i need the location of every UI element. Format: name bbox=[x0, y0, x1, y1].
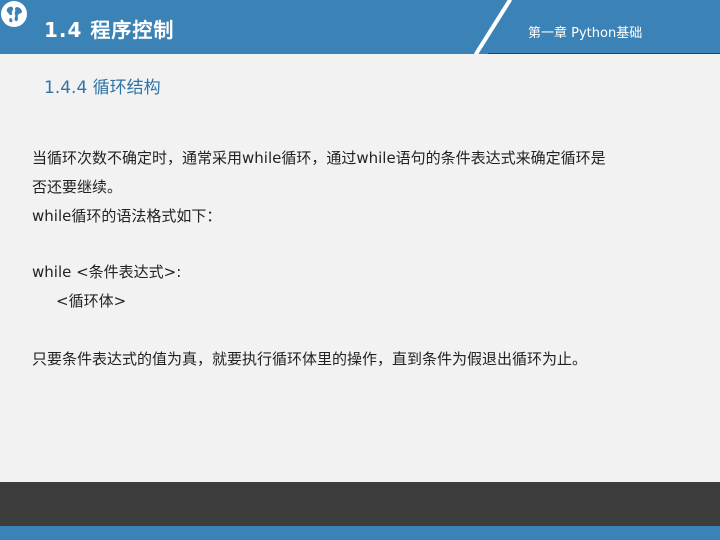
code-line-1: while <条件表达式>: bbox=[32, 263, 182, 281]
code-line-2: <循环体> bbox=[56, 292, 127, 310]
paragraph-3: 只要条件表达式的值为真，就要执行循环体里的操作，直到条件为假退出循环为止。 bbox=[32, 350, 588, 368]
paragraph-1-line-2: 否还要继续。 bbox=[32, 178, 123, 196]
chapter-title: 第一章 Python基础 bbox=[528, 26, 643, 41]
slide-header: 1.4 程序控制 第一章 Python基础 bbox=[0, 0, 720, 54]
globe-icon bbox=[1, 1, 27, 27]
paragraph-2: while循环的语法格式如下： bbox=[32, 207, 222, 225]
subsection-title: 1.4.4 循环结构 bbox=[44, 78, 161, 98]
footer-blue-band bbox=[0, 526, 720, 540]
footer-dark-band bbox=[0, 482, 720, 526]
section-title: 1.4 程序控制 bbox=[44, 18, 175, 42]
content-body: 当循环次数不确定时，通常采用while循环，通过while语句的条件表达式来确定… bbox=[32, 144, 672, 374]
paragraph-1-line-1: 当循环次数不确定时，通常采用while循环，通过while语句的条件表达式来确定… bbox=[32, 149, 606, 167]
